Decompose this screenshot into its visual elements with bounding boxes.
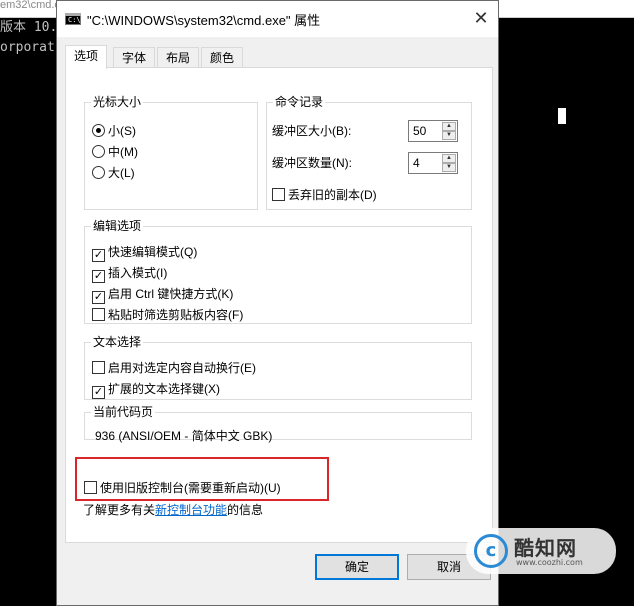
background-console-output: 版本 10. orporat [0,18,57,58]
buffer-count-stepper[interactable]: 4 ▲ ▼ [408,152,458,174]
console-cursor [558,108,566,124]
cursor-size-group: 光标大小 小(S) 中(M) 大(L) [84,95,258,210]
radio-button[interactable] [92,145,105,158]
insert-mode-checkbox[interactable]: ✓ 插入模式(I) [92,265,168,283]
cmd-icon-text: C:\ [68,16,81,24]
filter-paste-checkbox[interactable]: 粘贴时筛选剪贴板内容(F) [92,307,243,323]
code-page-group: 当前代码页 936 (ANSI/OEM - 简体中文 GBK) [84,405,472,443]
tab-colors[interactable]: 颜色 [201,47,244,68]
text-selection-group: 文本选择 启用对选定内容自动换行(E) ✓ 扩展的文本选择键(X) [84,335,472,400]
code-page-value: 936 (ANSI/OEM - 简体中文 GBK) [95,429,273,443]
edit-options-title: 编辑选项 [91,219,144,233]
checkbox[interactable] [272,188,285,201]
radio-label: 中(M) [108,145,138,159]
buffer-count-label: 缓冲区数量(N): [272,156,352,170]
checkbox-label: 快速编辑模式(Q) [108,245,198,259]
checkbox-label: 扩展的文本选择键(X) [108,382,220,396]
stepper-down-icon[interactable]: ▼ [442,131,456,140]
radio-cursor-medium[interactable]: 中(M) [92,144,138,160]
text-selection-title: 文本选择 [91,335,144,349]
radio-button[interactable] [92,166,105,179]
buffer-count-value[interactable]: 4 [413,156,420,170]
checkbox-label: 丢弃旧的副本(D) [288,188,377,202]
radio-button[interactable] [92,124,105,137]
line-wrap-selection-checkbox[interactable]: 启用对选定内容自动换行(E) [92,360,256,376]
console-line: 版本 10. [0,20,58,35]
checkmark-icon[interactable]: ✓ [92,386,105,399]
checkbox-label: 插入模式(I) [108,266,168,280]
watermark: c 酷知网 www.coozhi.com [466,528,616,574]
stepper-up-icon[interactable]: ▲ [442,154,456,163]
edit-options-group: 编辑选项 ✓ 快速编辑模式(Q) ✓ 插入模式(I) ✓ 启用 Ctrl 键快捷方式(… [84,219,472,324]
checkbox[interactable] [92,308,105,321]
tab-font[interactable]: 字体 [113,47,156,68]
checkmark-icon[interactable]: ✓ [92,291,105,304]
command-history-group: 命令记录 缓冲区大小(B): 50 ▲ ▼ 缓冲区数量(N): 4 ▲ ▼ 丢弃旧的… [266,95,472,210]
ctrl-shortcuts-checkbox[interactable]: ✓ 启用 Ctrl 键快捷方式(K) [92,286,234,304]
discard-old-checkbox[interactable]: 丢弃旧的副本(D) [272,187,377,203]
stepper-down-icon[interactable]: ▼ [442,163,456,172]
info-text: 了解更多有关新控制台功能的信息 [83,501,263,518]
properties-dialog: C:\ "C:\WINDOWS\system32\cmd.exe" 属性 ✕ 选… [56,0,499,606]
info-suffix: 的信息 [227,503,264,517]
tab-options[interactable]: 选项 [65,45,108,69]
checkbox[interactable] [92,361,105,374]
dialog-title: "C:\WINDOWS\system32\cmd.exe" 属性 [87,13,321,28]
watermark-url: www.coozhi.com [516,558,583,567]
tab-layout[interactable]: 布局 [157,47,200,68]
console-line: orporat [0,40,55,55]
buffer-size-value[interactable]: 50 [413,124,426,138]
radio-cursor-small[interactable]: 小(S) [92,123,136,139]
extended-selection-keys-checkbox[interactable]: ✓ 扩展的文本选择键(X) [92,381,220,399]
coozhi-logo-icon: c [474,534,508,568]
new-console-features-link[interactable]: 新控制台功能 [155,503,227,517]
stepper-up-icon[interactable]: ▲ [442,122,456,131]
cmd-icon: C:\ [65,13,81,25]
radio-label: 大(L) [108,166,135,180]
radio-label: 小(S) [108,124,136,138]
close-button[interactable]: ✕ [464,1,498,35]
ok-button[interactable]: 确定 [315,554,399,580]
buffer-size-stepper[interactable]: 50 ▲ ▼ [408,120,458,142]
cursor-size-title: 光标大小 [91,95,144,109]
quick-edit-checkbox[interactable]: ✓ 快速编辑模式(Q) [92,244,198,262]
highlight-box [75,457,329,501]
checkbox-label: 启用 Ctrl 键快捷方式(K) [108,287,234,301]
checkmark-icon[interactable]: ✓ [92,270,105,283]
checkbox-label: 启用对选定内容自动换行(E) [108,361,256,375]
buffer-size-label: 缓冲区大小(B): [272,124,352,138]
command-history-title: 命令记录 [273,95,326,109]
code-page-title: 当前代码页 [91,405,156,419]
radio-cursor-large[interactable]: 大(L) [92,165,135,181]
info-prefix: 了解更多有关 [83,503,156,517]
checkmark-icon[interactable]: ✓ [92,249,105,262]
checkbox-label: 粘贴时筛选剪贴板内容(F) [108,308,244,322]
dialog-titlebar[interactable]: C:\ "C:\WINDOWS\system32\cmd.exe" 属性 ✕ [57,1,498,37]
watermark-brand: 酷知网 [514,536,577,560]
